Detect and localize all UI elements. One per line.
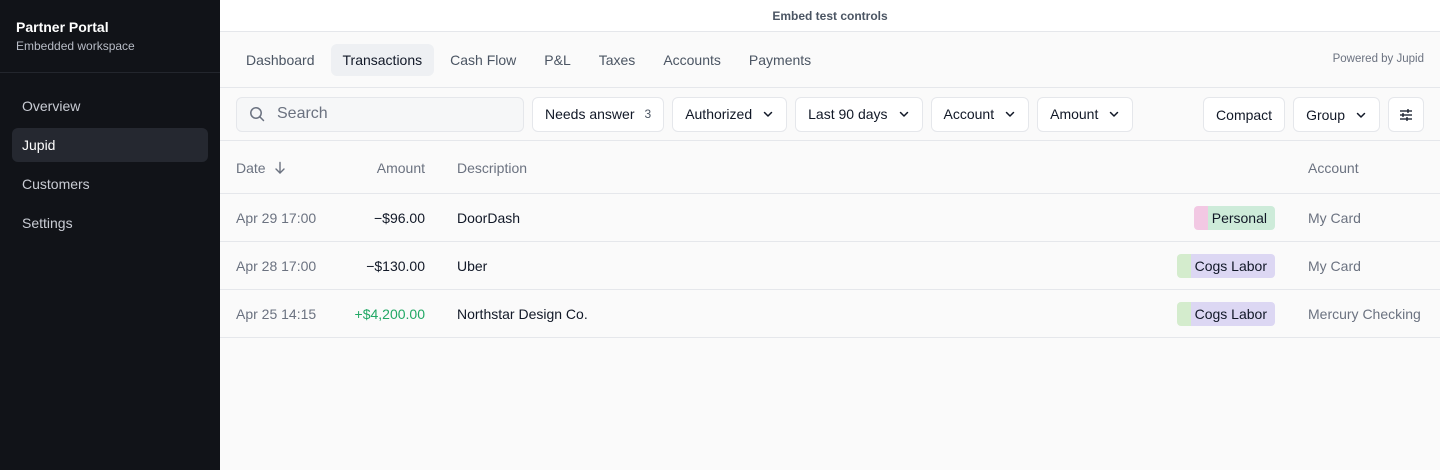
row-amount: +$4,200.00 [354, 306, 425, 322]
status-filter-label: Authorized [685, 106, 753, 122]
row-date: Apr 29 17:00 [236, 210, 317, 226]
view-controls: Compact Group [1195, 97, 1424, 132]
search-box[interactable] [236, 96, 524, 132]
chevron-down-icon [994, 108, 1016, 120]
needs-answer-filter[interactable]: Needs answer 3 [532, 96, 665, 132]
sidebar: Partner Portal Embedded workspace Overvi… [0, 0, 220, 470]
category-tag[interactable]: Personal [1193, 206, 1275, 230]
sidebar-nav: Overview Jupid Customers Settings [0, 73, 220, 240]
category-tag[interactable]: Cogs Labor [1176, 302, 1275, 326]
chevron-down-icon [752, 108, 774, 120]
tab-bar: Dashboard Transactions Cash Flow P&L Tax… [220, 32, 1440, 88]
powered-by-label: Powered by Jupid [1332, 53, 1424, 65]
row-description: Uber [457, 258, 488, 274]
tag-color-stripe [1193, 206, 1208, 230]
search-input[interactable] [277, 105, 497, 123]
row-account: My Card [1308, 210, 1361, 226]
tab-payments[interactable]: Payments [737, 44, 823, 76]
row-category[interactable]: Cogs Labor [1176, 290, 1275, 338]
sidebar-item-settings[interactable]: Settings [12, 206, 208, 240]
needs-answer-label: Needs answer [545, 106, 635, 122]
search-icon [249, 106, 265, 122]
amount-filter-label: Amount [1050, 106, 1099, 122]
group-label: Group [1306, 106, 1345, 123]
sidebar-item-jupid[interactable]: Jupid [12, 128, 208, 162]
date-range-label: Last 90 days [808, 106, 888, 122]
row-account: Mercury Checking [1308, 306, 1421, 322]
sidebar-item-customers[interactable]: Customers [12, 167, 208, 201]
amount-column-header[interactable]: Amount [377, 141, 425, 194]
sort-down-icon [274, 161, 286, 175]
sidebar-item-overview[interactable]: Overview [12, 89, 208, 123]
sliders-icon [1398, 107, 1414, 123]
table-header: Date Amount Description Account [220, 141, 1440, 194]
chevron-down-icon [1345, 109, 1367, 121]
tab-cash-flow[interactable]: Cash Flow [438, 44, 528, 76]
tab-transactions[interactable]: Transactions [330, 43, 435, 76]
table-row[interactable]: Apr 28 17:00 −$130.00 Uber Cogs Labor My… [220, 242, 1440, 290]
chevron-down-icon [888, 108, 910, 120]
portal-title: Partner Portal [16, 19, 109, 35]
row-account: My Card [1308, 258, 1361, 274]
row-amount: −$130.00 [366, 258, 425, 274]
account-filter[interactable]: Account [930, 96, 1030, 132]
table-row[interactable]: Apr 29 17:00 −$96.00 DoorDash Personal M… [220, 194, 1440, 242]
table-row[interactable]: Apr 25 14:15 +$4,200.00 Northstar Design… [220, 290, 1440, 338]
compact-button[interactable]: Compact [1203, 97, 1286, 132]
row-description: Northstar Design Co. [457, 306, 588, 322]
column-settings-button[interactable] [1388, 97, 1424, 132]
row-description: DoorDash [457, 210, 521, 226]
tab-taxes[interactable]: Taxes [587, 44, 648, 76]
account-filter-label: Account [943, 106, 995, 122]
row-category[interactable]: Cogs Labor [1176, 242, 1275, 290]
row-category[interactable]: Personal [1193, 194, 1275, 242]
category-tag[interactable]: Cogs Labor [1176, 254, 1275, 278]
tab-accounts[interactable]: Accounts [651, 44, 733, 76]
date-range-filter[interactable]: Last 90 days [795, 96, 923, 132]
filter-bar: Needs answer 3 Authorized Last 90 days A… [220, 88, 1440, 141]
status-filter[interactable]: Authorized [672, 96, 788, 132]
main-content: Embed test controls Dashboard Transactio… [220, 0, 1440, 470]
account-column-header[interactable]: Account [1308, 141, 1359, 194]
row-date: Apr 28 17:00 [236, 258, 317, 274]
date-column-header[interactable]: Date [236, 141, 286, 194]
tab-dashboard[interactable]: Dashboard [234, 44, 327, 76]
chevron-down-icon [1098, 108, 1120, 120]
sidebar-header: Partner Portal Embedded workspace [0, 0, 220, 73]
row-date: Apr 25 14:15 [236, 306, 317, 322]
description-column-header[interactable]: Description [457, 141, 527, 194]
tag-color-stripe [1176, 254, 1191, 278]
date-header-label: Date [236, 159, 266, 176]
row-amount: −$96.00 [374, 210, 425, 226]
tab-pnl[interactable]: P&L [532, 44, 582, 76]
compact-label: Compact [1216, 106, 1273, 123]
category-label: Cogs Labor [1190, 302, 1275, 326]
tag-color-stripe [1176, 302, 1191, 326]
embed-test-controls[interactable]: Embed test controls [220, 0, 1440, 32]
group-dropdown[interactable]: Group [1293, 97, 1380, 132]
amount-filter[interactable]: Amount [1037, 96, 1134, 132]
needs-answer-count: 3 [644, 107, 652, 121]
category-label: Personal [1207, 206, 1275, 230]
portal-subtitle: Embedded workspace [16, 39, 135, 53]
category-label: Cogs Labor [1190, 254, 1275, 278]
